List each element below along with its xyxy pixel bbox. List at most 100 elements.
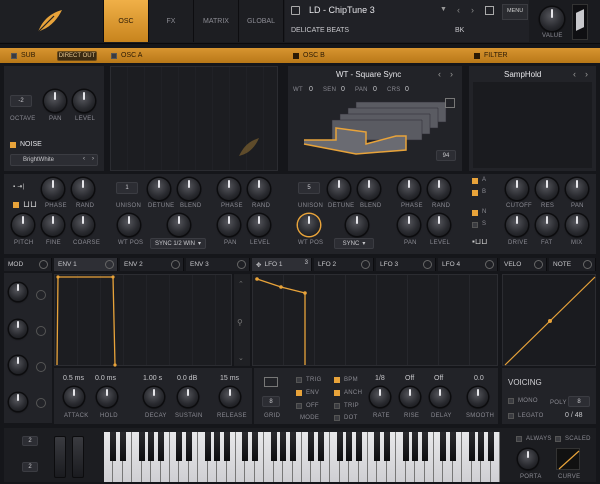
tab-global[interactable]: GLOBAL — [239, 0, 284, 42]
velocity-curve[interactable] — [503, 275, 597, 367]
tab-velo[interactable]: VELO — [500, 258, 547, 271]
porta-knob[interactable] — [518, 449, 538, 469]
noise-enable-toggle[interactable] — [10, 141, 16, 148]
env-hold-knob[interactable] — [97, 387, 117, 407]
osc-a-level-knob[interactable] — [248, 214, 270, 236]
tab-matrix[interactable]: MATRIX — [194, 0, 239, 42]
sub-octave-field[interactable]: -2 — [10, 95, 32, 107]
noise-header[interactable]: NOISE — [10, 139, 42, 150]
mod-slot-4-ring-icon[interactable] — [36, 398, 46, 408]
osc-b-phase-knob[interactable] — [398, 178, 420, 200]
graph-magnifier-icon[interactable]: ⚲ — [237, 318, 243, 327]
black-key[interactable] — [449, 432, 456, 461]
osc-a-blend-knob[interactable] — [178, 178, 200, 200]
black-key[interactable] — [317, 432, 324, 461]
black-key[interactable] — [185, 432, 192, 461]
black-key[interactable] — [176, 432, 183, 461]
tab-env-3[interactable]: ENV 3 — [186, 258, 250, 271]
lfo-trig-toggle[interactable] — [296, 377, 302, 383]
direct-out-button[interactable]: DIRECT OUT — [57, 51, 97, 61]
black-key[interactable] — [383, 432, 390, 461]
next-preset-icon[interactable]: › — [471, 5, 474, 15]
preset-dropdown-icon[interactable]: ▼ — [440, 6, 447, 13]
black-key[interactable] — [289, 432, 296, 461]
mod-slot-3-knob[interactable] — [9, 356, 27, 374]
tab-lfo-3[interactable]: LFO 3 — [376, 258, 436, 271]
tab-lfo-1[interactable]: ✥ LFO 13 — [252, 258, 312, 271]
filter-enable-toggle[interactable] — [474, 52, 480, 59]
osc-b-pan-knob[interactable] — [398, 214, 420, 236]
osc-a-pitch-knob[interactable] — [12, 214, 34, 236]
osc-b-enable-toggle[interactable] — [293, 52, 299, 59]
route-s-toggle[interactable] — [472, 222, 478, 228]
black-key[interactable] — [346, 432, 353, 461]
black-key[interactable] — [308, 432, 315, 461]
osc-a-warp-mode-select[interactable]: SYNC 1/2 WIN ▾ — [150, 238, 206, 249]
tab-env-2[interactable]: ENV 2 — [120, 258, 184, 271]
filter-key-icon[interactable]: ▪⊔⊔ — [472, 237, 487, 246]
osc-b-warp-knob[interactable] — [346, 214, 368, 236]
mod-slot-1-knob[interactable] — [9, 283, 27, 301]
osc-b-header[interactable]: OSC B — [293, 50, 325, 61]
black-key[interactable] — [468, 432, 475, 461]
graph-zoom-down-icon[interactable]: ⌄ — [238, 354, 244, 362]
black-key[interactable] — [440, 432, 447, 461]
osc-b-level-knob[interactable] — [428, 214, 450, 236]
filter-prev-icon[interactable]: ‹ — [573, 69, 576, 79]
black-key[interactable] — [214, 432, 221, 461]
filter-pan-knob[interactable] — [566, 178, 588, 200]
lfo-env-toggle[interactable] — [296, 390, 302, 396]
sub-level-knob[interactable] — [73, 90, 95, 112]
lfo-curve[interactable] — [253, 275, 499, 367]
env-sustain-knob[interactable] — [178, 387, 198, 407]
route-b-toggle[interactable] — [472, 190, 478, 196]
lfo-grid-field[interactable]: 8 — [262, 396, 280, 407]
tab-lfo-2[interactable]: LFO 2 — [314, 258, 374, 271]
mod-slot-1-ring-icon[interactable] — [36, 290, 46, 300]
black-key[interactable] — [374, 432, 381, 461]
lfo-smooth-knob[interactable] — [468, 387, 488, 407]
tab-env-1[interactable]: ENV 1 — [54, 258, 118, 271]
preset-name[interactable]: LD - ChipTune 3 — [309, 5, 375, 15]
black-key[interactable] — [138, 432, 145, 461]
osc-b-warp-mode-select[interactable]: SYNC ▾ — [334, 238, 374, 249]
osc-a-coarse-knob[interactable] — [72, 214, 94, 236]
black-key[interactable] — [402, 432, 409, 461]
black-key[interactable] — [336, 432, 343, 461]
filter-cutoff-knob[interactable] — [506, 178, 528, 200]
porta-always-toggle[interactable] — [516, 436, 522, 442]
black-key[interactable] — [157, 432, 164, 461]
lfo-graph[interactable] — [252, 274, 498, 366]
lfo-rate-knob[interactable] — [370, 387, 390, 407]
filter-res-knob[interactable] — [536, 178, 558, 200]
lfo-trip-toggle[interactable] — [334, 403, 340, 409]
sub-enable-toggle[interactable] — [11, 52, 17, 59]
black-key[interactable] — [148, 432, 155, 461]
route-n-toggle[interactable] — [472, 210, 478, 216]
env-attack-knob[interactable] — [64, 387, 84, 407]
black-key[interactable] — [204, 432, 211, 461]
osc-b-rand-knob[interactable] — [428, 178, 450, 200]
black-key[interactable] — [412, 432, 419, 461]
pitch-bend-range-down[interactable]: 2 — [22, 462, 38, 472]
black-key[interactable] — [242, 432, 249, 461]
lfo-delay-knob[interactable] — [430, 387, 450, 407]
wavetable-next-icon[interactable]: › — [450, 69, 453, 79]
osc-a-wave-display[interactable] — [110, 66, 278, 171]
osc-a-key-toggle[interactable] — [13, 202, 19, 208]
master-volume-knob[interactable] — [540, 7, 564, 31]
wavetable-edit-icon[interactable] — [445, 98, 455, 108]
black-key[interactable] — [478, 432, 485, 461]
drag-move-icon[interactable]: ✥ — [256, 261, 261, 269]
route-a-toggle[interactable] — [472, 178, 478, 184]
osc-a-detune-knob[interactable] — [148, 178, 170, 200]
filter-drive-knob[interactable] — [506, 214, 528, 236]
black-key[interactable] — [280, 432, 287, 461]
lfo-off-toggle[interactable] — [296, 403, 302, 409]
sub-header[interactable]: SUB — [11, 50, 35, 61]
black-key[interactable] — [251, 432, 258, 461]
black-key[interactable] — [119, 432, 126, 461]
mod-wheel[interactable] — [72, 436, 84, 478]
osc-a-phase2-knob[interactable] — [218, 178, 240, 200]
env-decay-knob[interactable] — [144, 387, 164, 407]
